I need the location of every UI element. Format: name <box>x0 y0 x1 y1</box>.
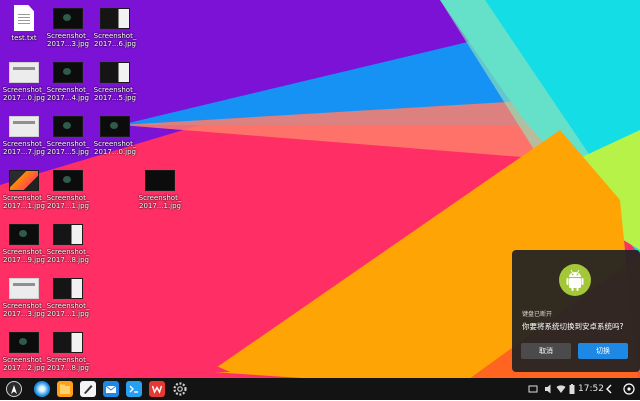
desktop-file-screenshot[interactable]: Screenshot_ 2017...5.jpg <box>44 116 92 156</box>
icon-label-line1: Screenshot_ <box>138 194 182 202</box>
screenshot-thumbnail-icon <box>53 224 83 245</box>
desktop-file-test-txt[interactable]: test.txt <box>0 5 48 42</box>
switch-button[interactable]: 切换 <box>578 343 628 359</box>
icon-label-line1: Screenshot_ <box>2 302 46 310</box>
desktop-file-screenshot[interactable]: Screenshot_ 2017...2.jpg <box>0 332 48 372</box>
screenshot-thumbnail-icon <box>100 62 130 83</box>
icon-label-line2: 2017...1.jpg <box>47 202 89 210</box>
icon-label-line2: 2017...1.jpg <box>3 202 45 210</box>
icon-label-line1: test.txt <box>11 34 37 42</box>
taskbar: 17:52 <box>0 378 640 400</box>
icon-label-line1: Screenshot_ <box>2 248 46 256</box>
terminal-icon[interactable] <box>126 381 142 397</box>
screenshot-thumbnail-icon <box>53 116 83 137</box>
icon-label-line1: Screenshot_ <box>46 86 90 94</box>
desktop-file-screenshot[interactable]: Screenshot_ 2017...6.jpg <box>91 8 139 48</box>
desktop-file-screenshot[interactable]: Screenshot_ 2017...8.jpg <box>44 224 92 264</box>
icon-label-line1: Screenshot_ <box>46 248 90 256</box>
icon-label-line2: 2017...1.jpg <box>139 202 181 210</box>
screenshot-thumbnail-icon <box>9 224 39 245</box>
notes-icon[interactable] <box>80 381 96 397</box>
wps-office-icon[interactable] <box>149 381 165 397</box>
screenshot-thumbnail-icon <box>145 170 175 191</box>
screenshot-thumbnail-icon <box>9 116 39 137</box>
android-icon <box>559 264 591 296</box>
icon-label-line2: 2017...0.jpg <box>3 94 45 102</box>
mail-icon[interactable] <box>103 381 119 397</box>
desktop-file-screenshot[interactable]: Screenshot_ 2017...1.jpg <box>136 170 184 210</box>
screenshot-thumbnail-icon <box>53 8 83 29</box>
desktop-file-screenshot[interactable]: Screenshot_ 2017...0.jpg <box>0 62 48 102</box>
icon-label-line1: Screenshot_ <box>2 86 46 94</box>
browser-icon[interactable] <box>34 381 50 397</box>
clock[interactable]: 17:52 <box>578 382 604 396</box>
back-chevron-icon[interactable] <box>605 382 613 401</box>
icon-label-line2: 2017...6.jpg <box>94 40 136 48</box>
screenshot-thumbnail-icon <box>53 170 83 191</box>
icon-label-line2: 2017...3.jpg <box>47 40 89 48</box>
icon-label-line2: 2017...2.jpg <box>3 364 45 372</box>
desktop-file-screenshot[interactable]: Screenshot_ 2017...8.jpg <box>44 332 92 372</box>
desktop-file-screenshot[interactable]: Screenshot_ 2017...1.jpg <box>0 170 48 210</box>
keyboard-icon[interactable] <box>528 382 538 401</box>
icon-label-line1: Screenshot_ <box>2 356 46 364</box>
icon-label-line1: Screenshot_ <box>2 140 46 148</box>
desktop-file-screenshot[interactable]: Screenshot_ 2017...7.jpg <box>0 116 48 156</box>
cancel-button[interactable]: 取消 <box>521 343 571 359</box>
text-file-icon <box>14 5 34 31</box>
icon-label-line2: 2017...3.jpg <box>3 310 45 318</box>
icon-label-line1: Screenshot_ <box>93 32 137 40</box>
screenshot-thumbnail-icon <box>9 170 39 191</box>
screenshot-thumbnail-icon <box>9 62 39 83</box>
icon-label-line2: 2017...9.jpg <box>3 256 45 264</box>
icon-label-line2: 2017...1.jpg <box>47 310 89 318</box>
icon-label-line1: Screenshot_ <box>93 86 137 94</box>
dialog-title: 键盘已断开 <box>522 311 553 318</box>
icon-label-line2: 2017...5.jpg <box>47 148 89 156</box>
desktop-file-screenshot[interactable]: Screenshot_ 2017...3.jpg <box>44 8 92 48</box>
file-manager-icon[interactable] <box>57 381 73 397</box>
desktop-file-screenshot[interactable]: Screenshot_ 2017...5.jpg <box>91 62 139 102</box>
desktop-file-screenshot[interactable]: Screenshot_ 2017...4.jpg <box>44 62 92 102</box>
screenshot-thumbnail-icon <box>53 332 83 353</box>
screenshot-thumbnail-icon <box>9 332 39 353</box>
settings-icon[interactable] <box>172 381 188 397</box>
screenshot-thumbnail-icon <box>100 116 130 137</box>
icon-label-line2: 2017...8.jpg <box>47 364 89 372</box>
battery-icon[interactable] <box>568 382 576 401</box>
wifi-icon[interactable] <box>556 382 566 401</box>
icon-label-line1: Screenshot_ <box>46 140 90 148</box>
volume-icon[interactable] <box>544 382 554 401</box>
screenshot-thumbnail-icon <box>9 278 39 299</box>
icon-label-line1: Screenshot_ <box>2 194 46 202</box>
start-menu-icon[interactable] <box>6 381 22 397</box>
icon-label-line2: 2017...5.jpg <box>94 94 136 102</box>
desktop-file-screenshot[interactable]: Screenshot_ 2017...9.jpg <box>0 224 48 264</box>
switch-system-dialog: 键盘已断开 你要将系统切换到安卓系统吗? 取消 切换 <box>512 250 640 372</box>
icon-label-line2: 2017...7.jpg <box>3 148 45 156</box>
icon-label-line2: 2017...4.jpg <box>47 94 89 102</box>
icon-label-line1: Screenshot_ <box>46 32 90 40</box>
desktop-file-screenshot[interactable]: Screenshot_ 2017...3.jpg <box>0 278 48 318</box>
icon-label-line2: 2017...8.jpg <box>47 256 89 264</box>
desktop-file-screenshot[interactable]: Screenshot_ 2017...1.jpg <box>44 278 92 318</box>
screenshot-thumbnail-icon <box>53 278 83 299</box>
desktop-file-screenshot[interactable]: Screenshot_ 2017...0.jpg <box>91 116 139 156</box>
icon-label-line2: 2017...0.jpg <box>94 148 136 156</box>
icon-label-line1: Screenshot_ <box>93 140 137 148</box>
dialog-message: 你要将系统切换到安卓系统吗? <box>522 322 624 331</box>
icon-label-line1: Screenshot_ <box>46 194 90 202</box>
screenshot-thumbnail-icon <box>53 62 83 83</box>
icon-label-line1: Screenshot_ <box>46 302 90 310</box>
icon-label-line1: Screenshot_ <box>46 356 90 364</box>
screenshot-thumbnail-icon <box>100 8 130 29</box>
notification-center-icon[interactable] <box>622 382 636 401</box>
desktop-file-screenshot[interactable]: Screenshot_ 2017...1.jpg <box>44 170 92 210</box>
